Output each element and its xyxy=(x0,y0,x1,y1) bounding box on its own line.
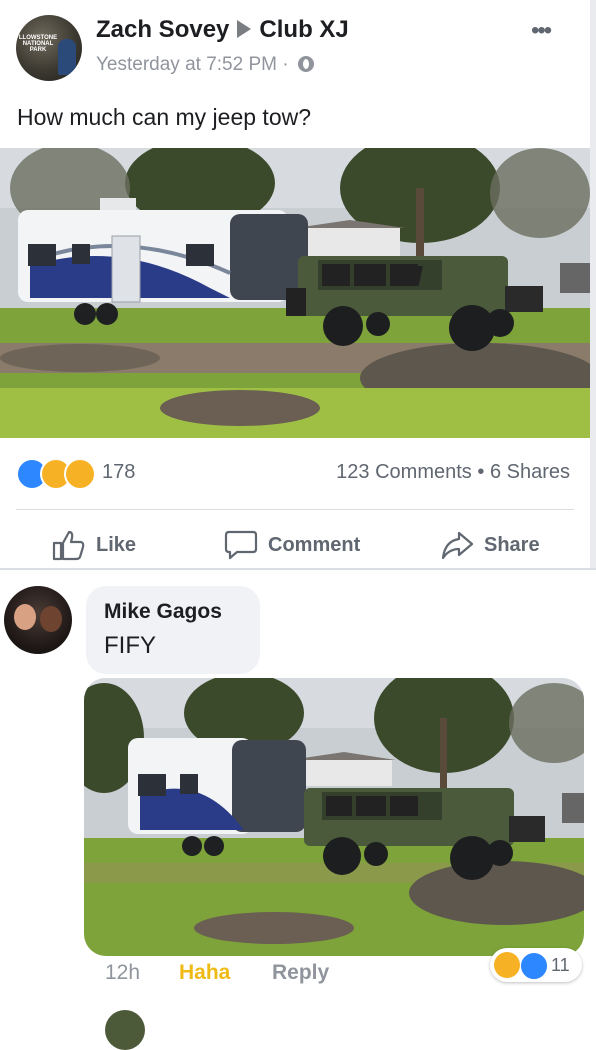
comments-count[interactable]: 123 Comments xyxy=(336,461,472,483)
avatar-face xyxy=(14,604,36,630)
feed-edge xyxy=(590,0,596,568)
haha-reaction-icon xyxy=(494,952,520,978)
share-label: Share xyxy=(484,533,540,556)
wow-reaction-icon xyxy=(64,458,96,490)
comment-icon xyxy=(224,530,258,560)
jeep-towing-trailer-photo xyxy=(0,148,590,438)
next-commenter-avatar[interactable] xyxy=(105,1010,145,1050)
share-icon xyxy=(441,531,474,560)
comment-text: FIFY xyxy=(104,632,156,659)
comment-time[interactable]: 12h xyxy=(105,961,140,985)
like-icon xyxy=(52,530,85,561)
post-photo[interactable] xyxy=(0,148,590,438)
author-name[interactable]: Zach Sovey xyxy=(96,16,229,43)
avatar-person xyxy=(58,39,76,75)
post-stats: 123 Comments • 6 Shares xyxy=(336,461,570,484)
poster-avatar[interactable]: LLOWSTONE NATIONAL PARK xyxy=(16,15,82,81)
like-reaction-icon xyxy=(520,952,548,980)
comment-button[interactable]: Comment xyxy=(224,530,360,560)
meta-separator: · xyxy=(282,54,289,75)
post-text: How much can my jeep tow? xyxy=(17,104,312,130)
avatar-sign-text: LLOWSTONE NATIONAL PARK xyxy=(18,35,58,53)
haha-button[interactable]: Haha xyxy=(179,961,230,985)
post-card: LLOWSTONE NATIONAL PARK Zach Sovey Club X… xyxy=(0,0,590,568)
comment-reaction-count: 11 xyxy=(551,955,570,975)
post-meta: Yesterday at 7:52 PM · xyxy=(96,54,314,76)
edited-jeep-photo xyxy=(84,678,584,956)
shares-count[interactable]: 6 Shares xyxy=(490,461,570,483)
comment-author[interactable]: Mike Gagos xyxy=(104,600,222,624)
comment-photo[interactable] xyxy=(84,678,584,956)
post-header: Zach Sovey Club XJ xyxy=(96,16,349,44)
divider xyxy=(16,509,574,510)
section-divider xyxy=(0,568,596,570)
avatar-face xyxy=(40,606,62,632)
like-label: Like xyxy=(96,533,137,556)
comment-bubble: Mike Gagos FIFY xyxy=(86,586,260,674)
post-timestamp[interactable]: Yesterday at 7:52 PM xyxy=(96,54,277,75)
post-actions: Like Comment Share xyxy=(0,520,590,568)
reaction-count: 178 xyxy=(102,461,136,483)
globe-icon xyxy=(297,56,314,72)
commenter-avatar[interactable] xyxy=(4,586,72,654)
more-icon[interactable]: ••• xyxy=(531,17,552,45)
stats-separator: • xyxy=(477,461,485,483)
group-name[interactable]: Club XJ xyxy=(259,16,348,43)
comment-reaction-summary[interactable]: 11 xyxy=(490,948,582,982)
like-button[interactable]: Like xyxy=(52,530,137,561)
reply-button[interactable]: Reply xyxy=(272,961,329,985)
comment-label: Comment xyxy=(268,533,361,556)
arrow-icon xyxy=(237,20,252,38)
share-button[interactable]: Share xyxy=(440,530,540,560)
